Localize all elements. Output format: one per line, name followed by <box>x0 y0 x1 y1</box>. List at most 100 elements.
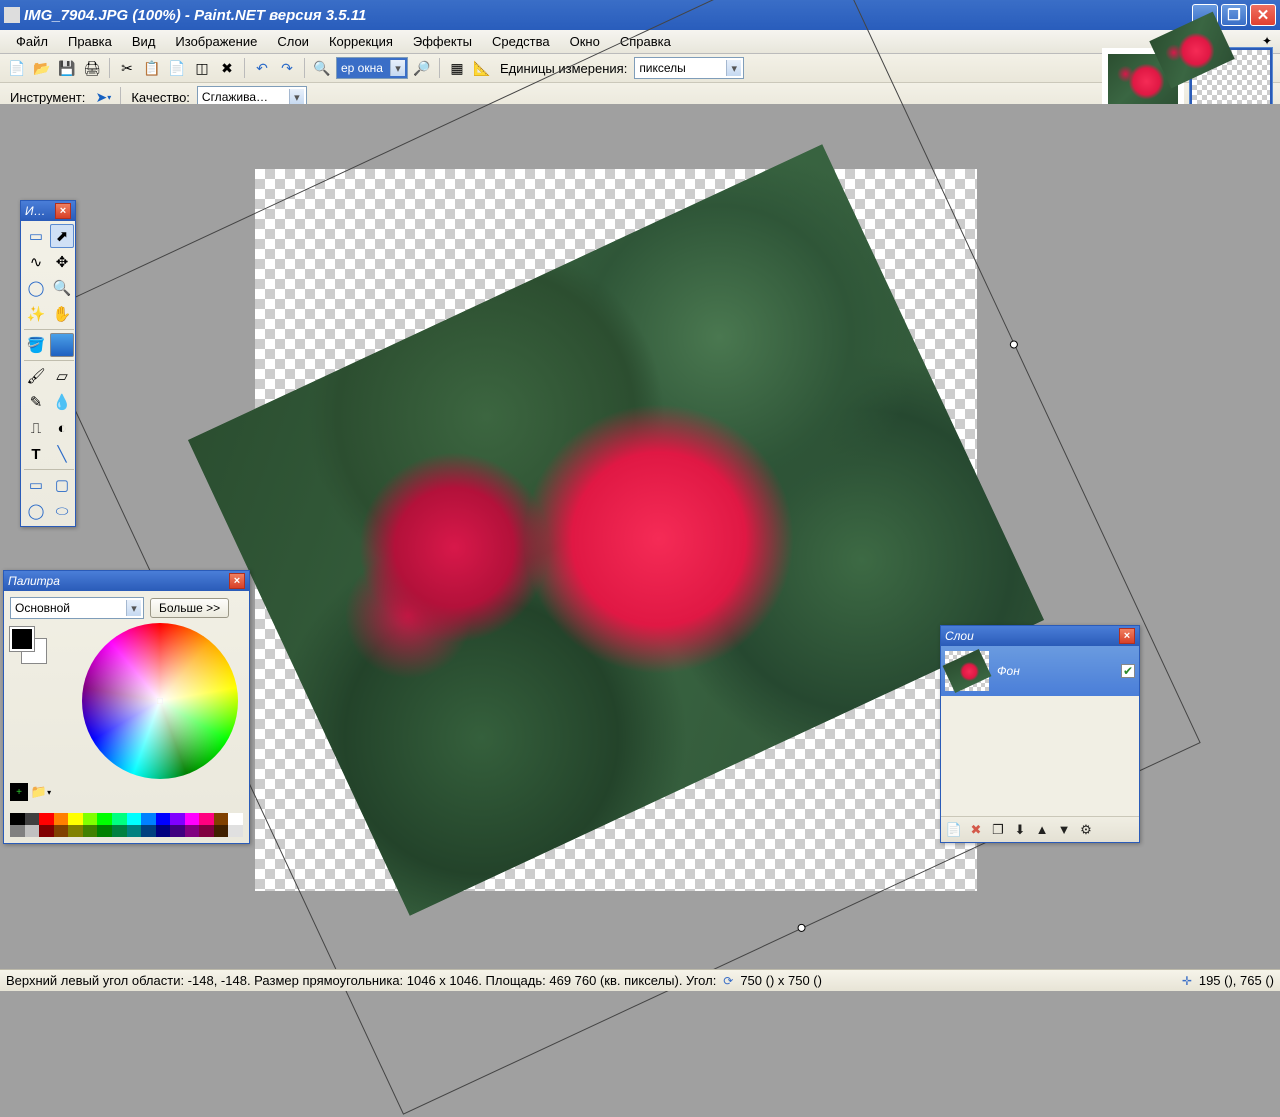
layer-up-icon[interactable]: ▲ <box>1033 821 1051 839</box>
layer-down-icon[interactable]: ▼ <box>1055 821 1073 839</box>
palette-color[interactable] <box>83 813 98 825</box>
palette-color[interactable] <box>68 825 83 837</box>
palette-color[interactable] <box>185 825 200 837</box>
menu-effects[interactable]: Эффекты <box>403 31 482 52</box>
layer-duplicate-icon[interactable]: ❐ <box>989 821 1007 839</box>
layer-add-icon[interactable]: 📄 <box>945 821 963 839</box>
palette-color[interactable] <box>141 813 156 825</box>
selection-handle-bottom[interactable] <box>796 923 807 934</box>
deselect-icon[interactable]: ✖ <box>216 57 238 79</box>
palette-color[interactable] <box>214 813 229 825</box>
save-icon[interactable]: 💾 <box>56 57 78 79</box>
tools-window-header[interactable]: И… × <box>21 201 75 221</box>
palette-color[interactable] <box>199 825 214 837</box>
palette-color[interactable] <box>25 825 40 837</box>
tool-color-picker[interactable]: 💧 <box>50 390 74 414</box>
zoom-select[interactable]: ер окна <box>336 57 408 79</box>
tool-text[interactable]: T <box>24 442 48 466</box>
tool-gradient[interactable] <box>50 333 74 357</box>
selection-handle-right[interactable] <box>1009 339 1020 350</box>
tool-rounded-rect[interactable]: ▢ <box>50 473 74 497</box>
layers-close-icon[interactable]: × <box>1119 628 1135 644</box>
layers-window-header[interactable]: Слои × <box>941 626 1139 646</box>
tool-move-selection[interactable]: ⬈ <box>50 224 74 248</box>
palette-color[interactable] <box>156 813 171 825</box>
tool-pan[interactable]: ✋ <box>50 302 74 326</box>
palette-color[interactable] <box>39 813 54 825</box>
color-wheel-cursor[interactable] <box>157 698 163 704</box>
tool-magic-wand[interactable]: ✨ <box>24 302 48 326</box>
palette-color[interactable] <box>170 813 185 825</box>
palette-color[interactable] <box>68 813 83 825</box>
tool-line[interactable]: ╲ <box>50 442 74 466</box>
palette-color[interactable] <box>25 813 40 825</box>
palette-color[interactable] <box>10 813 25 825</box>
tools-window[interactable]: И… × ▭ ⬈ ∿ ✥ ◯ 🔍 ✨ ✋ 🪣 🖌 ▱ ✎ 💧 ⎍ ◐ T ╲ ▭… <box>20 200 76 527</box>
palette-mode-select[interactable]: Основной <box>10 597 144 619</box>
menu-layers[interactable]: Слои <box>267 31 319 52</box>
tool-paint-bucket[interactable]: 🪣 <box>24 333 48 357</box>
palette-color[interactable] <box>156 825 171 837</box>
foreground-color[interactable] <box>10 627 34 651</box>
layer-item[interactable]: Фон ✔ <box>941 646 1139 696</box>
menu-help[interactable]: Справка <box>610 31 681 52</box>
new-icon[interactable]: 📄 <box>6 57 28 79</box>
copy-icon[interactable]: 📋 <box>141 57 163 79</box>
layer-properties-icon[interactable]: ⚙ <box>1077 821 1095 839</box>
cut-icon[interactable]: ✂ <box>116 57 138 79</box>
open-icon[interactable]: 📂 <box>31 57 53 79</box>
undo-icon[interactable]: ↶ <box>251 57 273 79</box>
palette-color[interactable] <box>83 825 98 837</box>
palette-window[interactable]: Палитра × Основной Больше >> + 📁▾ <box>3 570 250 844</box>
palette-color[interactable] <box>54 813 69 825</box>
menu-view[interactable]: Вид <box>122 31 166 52</box>
menu-file[interactable]: Файл <box>6 31 58 52</box>
tool-lasso[interactable]: ∿ <box>24 250 48 274</box>
tool-eraser[interactable]: ▱ <box>50 364 74 388</box>
palette-window-header[interactable]: Палитра × <box>4 571 249 591</box>
palette-color[interactable] <box>170 825 185 837</box>
palette-color[interactable] <box>97 813 112 825</box>
menu-edit[interactable]: Правка <box>58 31 122 52</box>
palette-color[interactable] <box>112 813 127 825</box>
palette-color[interactable] <box>199 813 214 825</box>
palette-color[interactable] <box>97 825 112 837</box>
tool-recolor[interactable]: ◐ <box>50 416 74 440</box>
grid-icon[interactable]: ▦ <box>446 57 468 79</box>
tool-ellipse[interactable]: ◯ <box>24 499 48 523</box>
palette-color[interactable] <box>228 825 243 837</box>
tool-pencil[interactable]: ✎ <box>24 390 48 414</box>
palette-color[interactable] <box>54 825 69 837</box>
layer-merge-icon[interactable]: ⬇ <box>1011 821 1029 839</box>
menu-adjust[interactable]: Коррекция <box>319 31 403 52</box>
palette-color[interactable] <box>127 825 142 837</box>
tools-close-icon[interactable]: × <box>55 203 71 219</box>
zoom-in-icon[interactable]: 🔎 <box>411 57 433 79</box>
tool-rectangle[interactable]: ▭ <box>24 473 48 497</box>
tool-clone[interactable]: ⎍ <box>24 416 48 440</box>
color-wheel[interactable] <box>82 623 238 779</box>
palette-manage-icon[interactable]: 📁▾ <box>32 783 50 801</box>
canvas[interactable] <box>255 169 977 891</box>
palette-color[interactable] <box>214 825 229 837</box>
menu-tools[interactable]: Средства <box>482 31 560 52</box>
palette-color[interactable] <box>185 813 200 825</box>
palette-color[interactable] <box>10 825 25 837</box>
ruler-icon[interactable]: 📐 <box>471 57 493 79</box>
palette-strip[interactable] <box>10 813 243 837</box>
palette-color[interactable] <box>127 813 142 825</box>
tool-freeform[interactable]: ⬭ <box>50 499 74 523</box>
tool-move[interactable]: ✥ <box>50 250 74 274</box>
zoom-out-icon[interactable]: 🔍 <box>311 57 333 79</box>
paste-icon[interactable]: 📄 <box>166 57 188 79</box>
palette-color[interactable] <box>228 813 243 825</box>
palette-color[interactable] <box>141 825 156 837</box>
tool-brush[interactable]: 🖌 <box>24 364 48 388</box>
palette-color[interactable] <box>112 825 127 837</box>
layer-visibility-checkbox[interactable]: ✔ <box>1121 664 1135 678</box>
print-icon[interactable]: 🖨 <box>81 57 103 79</box>
palette-more-button[interactable]: Больше >> <box>150 598 229 618</box>
layers-window[interactable]: Слои × Фон ✔ 📄 ✖ ❐ ⬇ ▲ ▼ ⚙ <box>940 625 1140 843</box>
tool-zoom[interactable]: 🔍 <box>50 276 74 300</box>
menu-image[interactable]: Изображение <box>165 31 267 52</box>
